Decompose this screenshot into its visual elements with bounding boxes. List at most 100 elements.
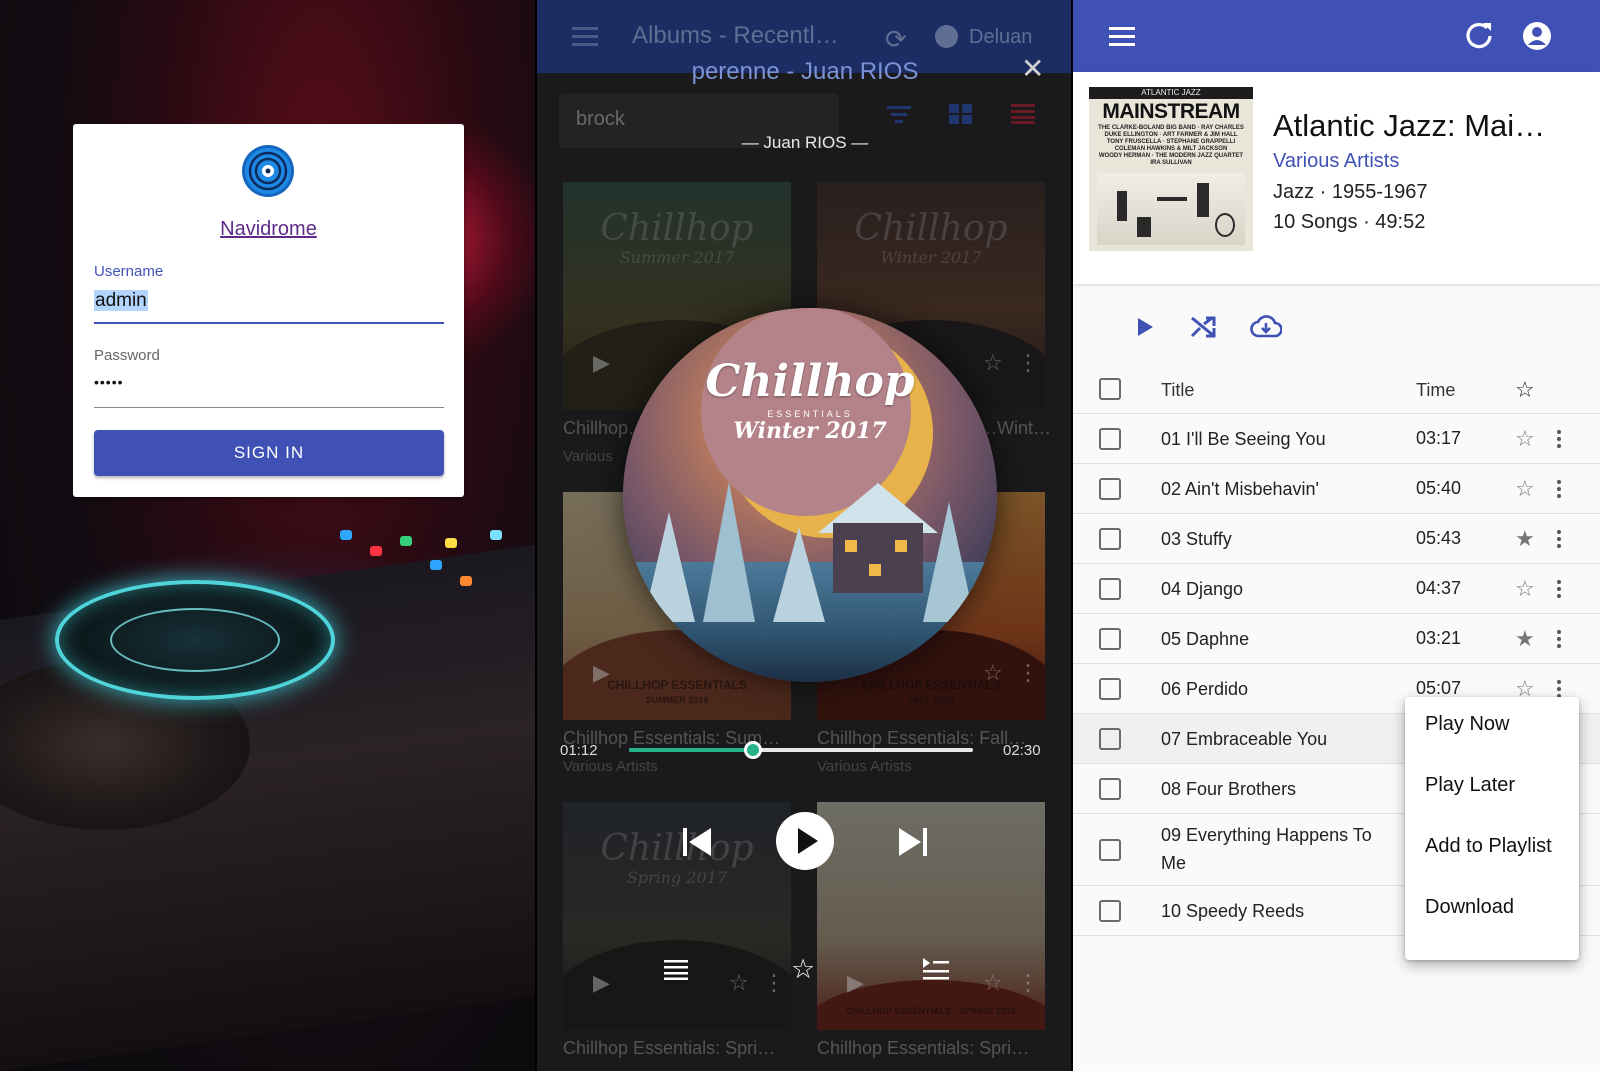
column-title[interactable]: Title (1161, 380, 1194, 401)
album-tile[interactable]: Chillhop Spring 2017 ▶ ☆ ⋮ (563, 802, 791, 1030)
row-checkbox[interactable] (1099, 478, 1121, 500)
star-filled-icon[interactable]: ★ (1515, 628, 1535, 650)
search-value: brock (576, 108, 625, 130)
play-icon[interactable]: ▶ (593, 660, 610, 686)
star-icon[interactable]: ☆ (1515, 428, 1535, 450)
menu-item-play-later[interactable]: Play Later (1425, 774, 1515, 797)
track-title: 04 Django (1161, 579, 1244, 599)
app-name-link[interactable]: Navidrome (73, 218, 464, 241)
more-icon[interactable] (1557, 530, 1561, 551)
more-icon[interactable]: ⋮ (763, 970, 785, 996)
sign-in-button[interactable]: SIGN IN (94, 430, 444, 476)
album-screen: ATLANTIC JAZZ MAINSTREAM THE CLARKE-BOLA… (1073, 0, 1600, 1071)
star-icon[interactable]: ☆ (729, 970, 749, 996)
play-icon[interactable] (1128, 311, 1160, 343)
album-cover: ATLANTIC JAZZ MAINSTREAM THE CLARKE-BOLA… (1089, 87, 1253, 251)
seek-handle[interactable] (743, 741, 762, 759)
background-mixer-lights (330, 520, 530, 600)
table-row[interactable]: 05 Daphne 03:21 ★ (1073, 614, 1600, 664)
play-icon[interactable]: ▶ (593, 970, 610, 996)
album-title[interactable]: Chillhop Essentials: Spri… (563, 1038, 791, 1059)
table-row[interactable]: 03 Stuffy 05:43 ★ (1073, 514, 1600, 564)
filter-icon[interactable] (887, 104, 911, 124)
row-checkbox[interactable] (1099, 528, 1121, 550)
row-checkbox[interactable] (1099, 678, 1121, 700)
playlist-icon[interactable] (664, 960, 688, 980)
more-icon[interactable]: ⋮ (1017, 970, 1039, 996)
table-row[interactable]: 01 I'll Be Seeing You 03:17 ☆ (1073, 414, 1600, 464)
refresh-icon[interactable]: ⟳ (885, 24, 907, 55)
star-icon[interactable]: ☆ (791, 954, 815, 985)
cover-title: MAINSTREAM (1102, 100, 1240, 123)
now-playing-artist: — Juan RIOS — (741, 133, 869, 152)
row-checkbox[interactable] (1099, 628, 1121, 650)
album-artist-link[interactable]: Various Artists (1273, 150, 1399, 173)
row-checkbox[interactable] (1099, 578, 1121, 600)
queue-icon[interactable] (923, 958, 949, 980)
play-icon[interactable]: ▶ (847, 970, 864, 996)
menu-item-add-to-playlist[interactable]: Add to Playlist (1425, 835, 1552, 858)
vinyl-logo-icon (242, 145, 294, 197)
refresh-icon[interactable] (1463, 20, 1495, 52)
shuffle-icon[interactable] (1187, 311, 1219, 343)
track-time: 05:07 (1416, 678, 1462, 698)
now-playing-title: perenne - Juan RIOS (691, 58, 919, 85)
star-icon[interactable]: ☆ (1515, 478, 1535, 500)
star-icon[interactable]: ☆ (1515, 578, 1535, 600)
menu-item-play-now[interactable]: Play Now (1425, 713, 1509, 736)
album-artist[interactable]: Various Artists (817, 758, 912, 775)
star-column-icon[interactable]: ☆ (1515, 379, 1535, 401)
username-input[interactable]: admin (94, 290, 148, 312)
close-icon[interactable]: ✕ (1021, 52, 1044, 85)
album-song-count: 10 Songs · 49:52 (1273, 211, 1426, 233)
background-platter-ring (110, 608, 280, 672)
seek-slider[interactable] (629, 741, 973, 759)
download-icon[interactable] (1250, 311, 1282, 343)
track-title: 07 Embraceable You (1161, 729, 1328, 749)
more-icon[interactable] (1557, 480, 1561, 501)
more-icon[interactable] (1557, 630, 1561, 651)
cover-artists: THE CLARKE-BOLAND BIG BAND · RAY CHARLES… (1098, 125, 1244, 166)
star-filled-icon[interactable]: ★ (1515, 528, 1535, 550)
skip-next-icon[interactable] (897, 828, 927, 856)
album-tile[interactable]: CHILLHOP ESSENTIALS · SPRING 2018 ▶ ☆ ⋮ (817, 802, 1045, 1030)
table-row[interactable]: 02 Ain't Misbehavin' 05:40 ☆ (1073, 464, 1600, 514)
grid-view-icon[interactable] (949, 104, 973, 124)
track-time: 03:17 (1416, 428, 1462, 448)
account-icon[interactable] (1523, 22, 1551, 50)
password-input[interactable]: ••••• (94, 374, 124, 390)
track-title: 10 Speedy Reeds (1161, 901, 1305, 921)
album-artist[interactable]: Various (563, 448, 613, 465)
menu-item-download[interactable]: Download (1425, 896, 1514, 919)
track-title: 03 Stuffy (1161, 529, 1232, 549)
more-icon[interactable]: ⋮ (1017, 350, 1039, 376)
track-time: 04:37 (1416, 578, 1462, 598)
cover-label: ATLANTIC JAZZ (1089, 87, 1253, 99)
user-name[interactable]: Deluan (969, 26, 1032, 49)
more-icon[interactable] (1557, 430, 1561, 451)
row-checkbox[interactable] (1099, 428, 1121, 450)
row-checkbox[interactable] (1099, 778, 1121, 800)
skip-previous-icon[interactable] (683, 828, 713, 856)
total-time: 02:30 (1003, 742, 1041, 759)
album-title[interactable]: Chillhop Essentials: Spri… (817, 1038, 1045, 1059)
row-checkbox[interactable] (1099, 839, 1121, 861)
row-checkbox[interactable] (1099, 728, 1121, 750)
account-icon[interactable] (935, 25, 958, 48)
more-icon[interactable]: ⋮ (1017, 660, 1039, 686)
menu-icon[interactable] (1109, 27, 1135, 47)
album-header: ATLANTIC JAZZ MAINSTREAM THE CLARKE-BOLA… (1073, 72, 1600, 284)
album-artist[interactable]: Various Artists (563, 758, 658, 775)
table-row[interactable]: 04 Django 04:37 ☆ (1073, 564, 1600, 614)
login-screen: Navidrome Username admin Password ••••• … (0, 0, 535, 1071)
more-icon[interactable] (1557, 580, 1561, 601)
cover-photo (1097, 173, 1245, 245)
row-checkbox[interactable] (1099, 900, 1121, 922)
play-button[interactable] (776, 812, 834, 870)
menu-icon[interactable] (572, 27, 598, 47)
star-icon[interactable]: ☆ (983, 970, 1003, 996)
play-icon[interactable]: ▶ (593, 350, 610, 376)
list-view-icon[interactable] (1011, 104, 1035, 124)
column-time[interactable]: Time (1416, 380, 1455, 401)
select-all-checkbox[interactable] (1099, 378, 1121, 400)
